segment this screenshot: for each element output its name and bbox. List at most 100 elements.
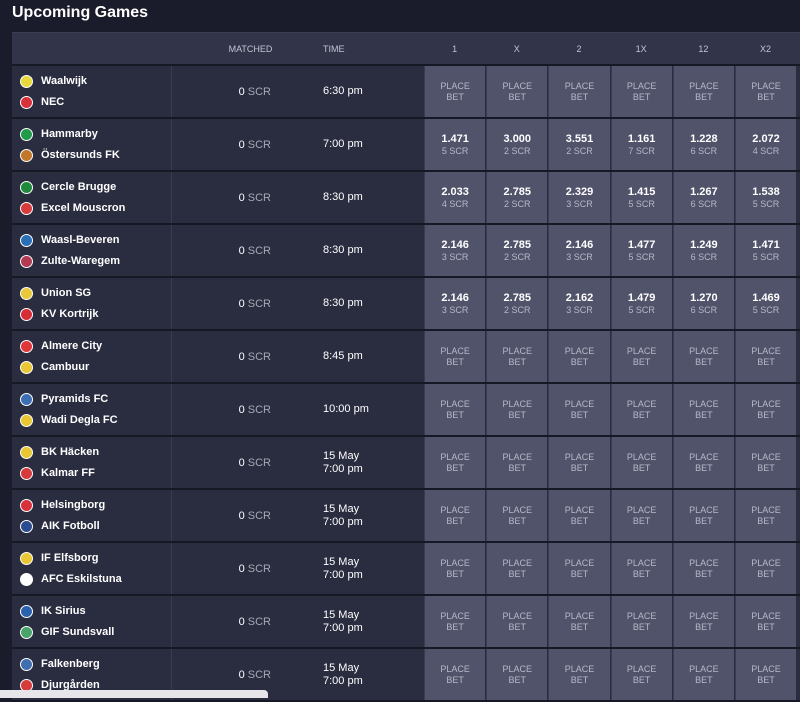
odd-button-2[interactable]: 3.551 2 SCR <box>548 119 610 170</box>
odd-button-x[interactable]: PLACE BET <box>486 490 548 541</box>
home-team[interactable]: Falkenberg <box>20 657 171 672</box>
away-team[interactable]: Cambuur <box>20 360 171 375</box>
odd-button-12[interactable]: PLACE BET <box>672 66 734 117</box>
odd-button-2[interactable]: PLACE BET <box>548 490 610 541</box>
odd-button-2[interactable]: 2.162 3 SCR <box>548 278 610 329</box>
odd-button-x2[interactable]: 1.469 5 SCR <box>734 278 797 329</box>
away-team[interactable]: NEC <box>20 95 171 110</box>
odd-button-12[interactable]: PLACE BET <box>672 490 734 541</box>
odd-button-12[interactable]: PLACE BET <box>672 543 734 594</box>
odd-button-1x[interactable]: PLACE BET <box>610 543 672 594</box>
odd-button-x2[interactable]: PLACE BET <box>734 649 797 700</box>
home-team[interactable]: Pyramids FC <box>20 392 171 407</box>
place-bet-label: PLACE <box>751 345 781 356</box>
odd-button-1[interactable]: PLACE BET <box>424 437 486 488</box>
odd-button-x[interactable]: PLACE BET <box>486 331 548 382</box>
odd-button-1x[interactable]: 1.479 5 SCR <box>610 278 672 329</box>
odd-button-x2[interactable]: PLACE BET <box>734 66 797 117</box>
odd-button-1x[interactable]: PLACE BET <box>610 384 672 435</box>
odd-button-2[interactable]: 2.146 3 SCR <box>548 225 610 276</box>
odd-button-1[interactable]: 1.471 5 SCR <box>424 119 486 170</box>
odd-button-1[interactable]: PLACE BET <box>424 596 486 647</box>
odd-button-x[interactable]: PLACE BET <box>486 437 548 488</box>
odd-button-1x[interactable]: PLACE BET <box>610 331 672 382</box>
odd-button-2[interactable]: PLACE BET <box>548 384 610 435</box>
odd-button-1[interactable]: PLACE BET <box>424 649 486 700</box>
odd-button-12[interactable]: 1.270 6 SCR <box>672 278 734 329</box>
home-team[interactable]: Cercle Brugge <box>20 180 171 195</box>
odd-button-12[interactable]: 1.267 6 SCR <box>672 172 734 223</box>
home-team[interactable]: Almere City <box>20 339 171 354</box>
odd-stake-unit: SCR <box>698 145 718 156</box>
odd-button-x2[interactable]: 1.471 5 SCR <box>734 225 797 276</box>
away-team[interactable]: KV Kortrijk <box>20 307 171 322</box>
odd-button-x2[interactable]: PLACE BET <box>734 384 797 435</box>
odd-button-12[interactable]: PLACE BET <box>672 596 734 647</box>
odd-button-12[interactable]: PLACE BET <box>672 331 734 382</box>
away-team[interactable]: Wadi Degla FC <box>20 413 171 428</box>
away-team[interactable]: Östersunds FK <box>20 148 171 163</box>
odd-button-1x[interactable]: PLACE BET <box>610 490 672 541</box>
place-bet-label: BET <box>570 515 589 526</box>
odd-button-1x[interactable]: PLACE BET <box>610 596 672 647</box>
odd-button-1[interactable]: 2.146 3 SCR <box>424 225 486 276</box>
odd-button-x2[interactable]: PLACE BET <box>734 490 797 541</box>
odd-stake-amount: 6 <box>690 198 696 209</box>
odd-button-x2[interactable]: PLACE BET <box>734 596 797 647</box>
odd-button-1x[interactable]: 1.477 5 SCR <box>610 225 672 276</box>
home-team[interactable]: Helsingborg <box>20 498 171 513</box>
odd-button-x2[interactable]: 1.538 5 SCR <box>734 172 797 223</box>
home-team[interactable]: Waasl-Beveren <box>20 233 171 248</box>
odd-button-12[interactable]: 1.249 6 SCR <box>672 225 734 276</box>
odd-button-x2[interactable]: PLACE BET <box>734 331 797 382</box>
odd-button-12[interactable]: 1.228 6 SCR <box>672 119 734 170</box>
odd-button-1[interactable]: PLACE BET <box>424 384 486 435</box>
home-team[interactable]: BK Häcken <box>20 445 171 460</box>
odd-button-1x[interactable]: PLACE BET <box>610 66 672 117</box>
odd-button-x[interactable]: PLACE BET <box>486 543 548 594</box>
odd-button-x2[interactable]: PLACE BET <box>734 543 797 594</box>
away-team[interactable]: Kalmar FF <box>20 466 171 481</box>
odd-button-1[interactable]: PLACE BET <box>424 66 486 117</box>
odd-button-1x[interactable]: 1.161 7 SCR <box>610 119 672 170</box>
odd-button-x2[interactable]: PLACE BET <box>734 437 797 488</box>
odd-button-1x[interactable]: PLACE BET <box>610 649 672 700</box>
odd-button-1[interactable]: 2.146 3 SCR <box>424 278 486 329</box>
odd-button-12[interactable]: PLACE BET <box>672 437 734 488</box>
odd-button-x2[interactable]: 2.072 4 SCR <box>734 119 797 170</box>
odd-button-x[interactable]: PLACE BET <box>486 596 548 647</box>
home-team[interactable]: Union SG <box>20 286 171 301</box>
odd-button-1[interactable]: PLACE BET <box>424 490 486 541</box>
home-team[interactable]: Hammarby <box>20 127 171 142</box>
home-team[interactable]: IF Elfsborg <box>20 551 171 566</box>
away-team[interactable]: Excel Mouscron <box>20 201 171 216</box>
odd-button-2[interactable]: PLACE BET <box>548 331 610 382</box>
odd-button-x[interactable]: 3.000 2 SCR <box>486 119 548 170</box>
odd-button-1[interactable]: PLACE BET <box>424 543 486 594</box>
odd-button-2[interactable]: PLACE BET <box>548 596 610 647</box>
odd-button-x[interactable]: PLACE BET <box>486 66 548 117</box>
odd-button-2[interactable]: PLACE BET <box>548 66 610 117</box>
home-team[interactable]: Waalwijk <box>20 74 171 89</box>
away-team[interactable]: AFC Eskilstuna <box>20 572 171 587</box>
odd-button-x[interactable]: PLACE BET <box>486 384 548 435</box>
odd-button-x[interactable]: 2.785 2 SCR <box>486 225 548 276</box>
odd-button-x[interactable]: 2.785 2 SCR <box>486 172 548 223</box>
odd-button-12[interactable]: PLACE BET <box>672 384 734 435</box>
odd-button-12[interactable]: PLACE BET <box>672 649 734 700</box>
away-team[interactable]: AIK Fotboll <box>20 519 171 534</box>
away-team[interactable]: Zulte-Waregem <box>20 254 171 269</box>
odd-button-2[interactable]: PLACE BET <box>548 543 610 594</box>
odd-button-1[interactable]: PLACE BET <box>424 331 486 382</box>
odd-button-1x[interactable]: PLACE BET <box>610 437 672 488</box>
odd-button-x[interactable]: PLACE BET <box>486 649 548 700</box>
odd-button-2[interactable]: PLACE BET <box>548 437 610 488</box>
odd-button-2[interactable]: 2.329 3 SCR <box>548 172 610 223</box>
home-team[interactable]: IK Sirius <box>20 604 171 619</box>
place-bet-label: PLACE <box>502 398 533 409</box>
odd-button-2[interactable]: PLACE BET <box>548 649 610 700</box>
odd-button-1[interactable]: 2.033 4 SCR <box>424 172 486 223</box>
odd-button-x[interactable]: 2.785 2 SCR <box>486 278 548 329</box>
away-team[interactable]: GIF Sundsvall <box>20 625 171 640</box>
odd-button-1x[interactable]: 1.415 5 SCR <box>610 172 672 223</box>
